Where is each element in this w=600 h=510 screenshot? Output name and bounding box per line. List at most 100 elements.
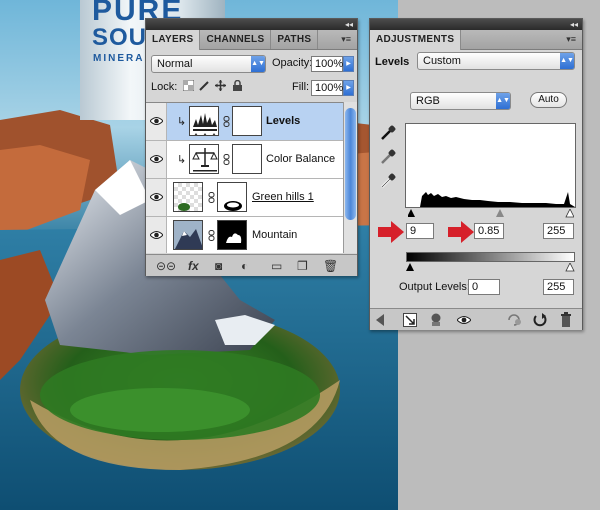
white-point-eyedropper-icon[interactable] [380, 173, 396, 189]
chevron-updown-icon: ▲▼ [496, 93, 510, 109]
bottle-label: PURE SOU MINERA [90, 0, 181, 80]
adjustment-type-label: Levels [375, 56, 410, 68]
input-gamma-field[interactable]: 0.85 [474, 223, 504, 239]
input-levels-slider[interactable] [408, 209, 574, 218]
layer-visibility-toggle[interactable] [146, 103, 167, 140]
opacity-input[interactable]: 100% [311, 56, 343, 72]
output-levels-label: Output Levels: [399, 281, 470, 293]
layers-panel-titlebar[interactable]: ◂◂ [146, 19, 357, 30]
layer-name[interactable]: Color Balance [266, 153, 335, 165]
return-to-list-icon[interactable] [376, 314, 390, 326]
fill-stepper[interactable]: ▶ [343, 80, 354, 96]
add-mask-icon[interactable]: ◙ [215, 259, 222, 273]
lock-transparency-icon[interactable] [183, 80, 194, 91]
white-point-slider-handle[interactable] [565, 209, 574, 218]
fill-label: Fill: [292, 81, 310, 93]
eye-icon [150, 117, 163, 125]
layer-mask-thumbnail[interactable] [217, 182, 247, 212]
mask-link-icon[interactable] [223, 154, 230, 165]
black-point-slider-handle[interactable] [408, 209, 415, 217]
layer-style-icon[interactable]: fx [188, 259, 199, 273]
gray-point-eyedropper-icon[interactable] [380, 149, 396, 165]
clipping-arrow-icon: ↳ [177, 116, 187, 128]
new-adjustment-icon[interactable]: ◐ [241, 259, 248, 273]
layer-row-mountain[interactable]: Mountain [146, 217, 343, 253]
new-layer-icon[interactable]: ❐ [297, 259, 308, 273]
collapse-panel-icon[interactable]: ◂◂ [345, 20, 353, 29]
levels-adjustment-thumbnail [189, 106, 219, 136]
new-group-icon[interactable]: ▭ [271, 259, 282, 273]
reset-icon[interactable] [533, 313, 547, 327]
chevron-updown-icon: ▲▼ [560, 53, 574, 69]
black-point-eyedropper-icon[interactable] [380, 125, 396, 141]
lock-all-icon[interactable] [232, 80, 243, 91]
blend-mode-select[interactable]: Normal ▲▼ [151, 55, 266, 73]
scrollbar-thumb[interactable] [345, 108, 356, 220]
mask-link-icon[interactable] [223, 116, 230, 127]
layer-list-scrollbar[interactable] [343, 102, 357, 253]
chevron-updown-icon: ▲▼ [251, 56, 265, 72]
preset-select[interactable]: Custom ▲▼ [417, 52, 575, 70]
layer-mask-thumbnail[interactable] [232, 144, 262, 174]
layers-panel-tabs: LAYERS CHANNELS PATHS ▾≡ [146, 30, 357, 50]
layer-name[interactable]: Green hills 1 [252, 191, 314, 203]
layer-row-levels[interactable]: ↳ Levels [146, 103, 343, 141]
layer-visibility-toggle[interactable] [146, 179, 167, 216]
output-white-field[interactable]: 255 [543, 279, 574, 295]
previous-state-icon[interactable] [507, 313, 523, 327]
opacity-label: Opacity: [272, 57, 313, 69]
trash-icon[interactable]: 🗑 [323, 259, 338, 273]
layer-name[interactable]: Mountain [252, 229, 297, 241]
panel-menu-icon[interactable]: ▾≡ [341, 34, 351, 45]
input-black-field[interactable]: 9 [406, 223, 434, 239]
opacity-stepper[interactable]: ▶ [343, 56, 354, 72]
eye-icon[interactable] [457, 315, 471, 325]
output-levels-slider[interactable] [406, 263, 575, 272]
layer-visibility-toggle[interactable] [146, 141, 167, 178]
layer-row-green-hills[interactable]: Green hills 1 [146, 179, 343, 217]
tab-channels[interactable]: CHANNELS [200, 30, 272, 49]
levels-histogram [405, 123, 576, 208]
mask-link-icon[interactable] [208, 192, 215, 203]
adjustments-panel-footer [370, 308, 582, 330]
layer-mask-thumbnail[interactable] [217, 220, 247, 250]
layer-mask-thumbnail[interactable] [232, 106, 262, 136]
clipping-arrow-icon: ↳ [177, 154, 187, 166]
channel-value: RGB [416, 95, 440, 107]
tab-paths[interactable]: PATHS [271, 30, 319, 49]
mountain-thumbnail [173, 220, 203, 250]
red-arrow-icon [448, 221, 474, 243]
preset-value: Custom [423, 55, 461, 67]
layers-panel: ◂◂ LAYERS CHANNELS PATHS ▾≡ Normal ▲▼ Op… [145, 18, 358, 276]
link-layers-icon[interactable]: ⊝⊝ [156, 259, 176, 273]
channel-select[interactable]: RGB ▲▼ [410, 92, 511, 110]
midtone-slider-handle[interactable] [496, 209, 504, 217]
auto-button[interactable]: Auto [530, 92, 567, 108]
fill-input[interactable]: 100% [311, 80, 343, 96]
eye-icon [150, 193, 163, 201]
output-black-handle[interactable] [406, 263, 414, 271]
layer-visibility-toggle[interactable] [146, 217, 167, 253]
adjustments-panel-tabs: ADJUSTMENTS ▾≡ [370, 30, 582, 50]
lock-pixels-icon[interactable] [199, 80, 210, 91]
mask-link-icon[interactable] [208, 230, 215, 241]
trash-icon[interactable] [560, 312, 572, 327]
expanded-view-icon[interactable] [403, 313, 417, 327]
tab-adjustments[interactable]: ADJUSTMENTS [370, 30, 462, 50]
output-white-handle[interactable] [565, 263, 575, 272]
green-hills-thumbnail [173, 182, 203, 212]
blend-mode-value: Normal [157, 58, 193, 70]
output-gradient-bar [406, 252, 575, 262]
clip-to-layer-icon[interactable] [430, 313, 442, 327]
eye-icon [150, 231, 163, 239]
tab-layers[interactable]: LAYERS [146, 30, 201, 50]
layer-name[interactable]: Levels [266, 115, 300, 127]
collapse-panel-icon[interactable]: ◂◂ [570, 20, 578, 29]
adjustments-panel-titlebar[interactable]: ◂◂ [370, 19, 582, 30]
output-black-field[interactable]: 0 [468, 279, 500, 295]
layer-row-color-balance[interactable]: ↳ Color Balance [146, 141, 343, 179]
lock-position-icon[interactable] [215, 80, 226, 91]
input-white-field[interactable]: 255 [543, 223, 574, 239]
red-arrow-icon [378, 221, 404, 243]
panel-menu-icon[interactable]: ▾≡ [566, 34, 576, 45]
